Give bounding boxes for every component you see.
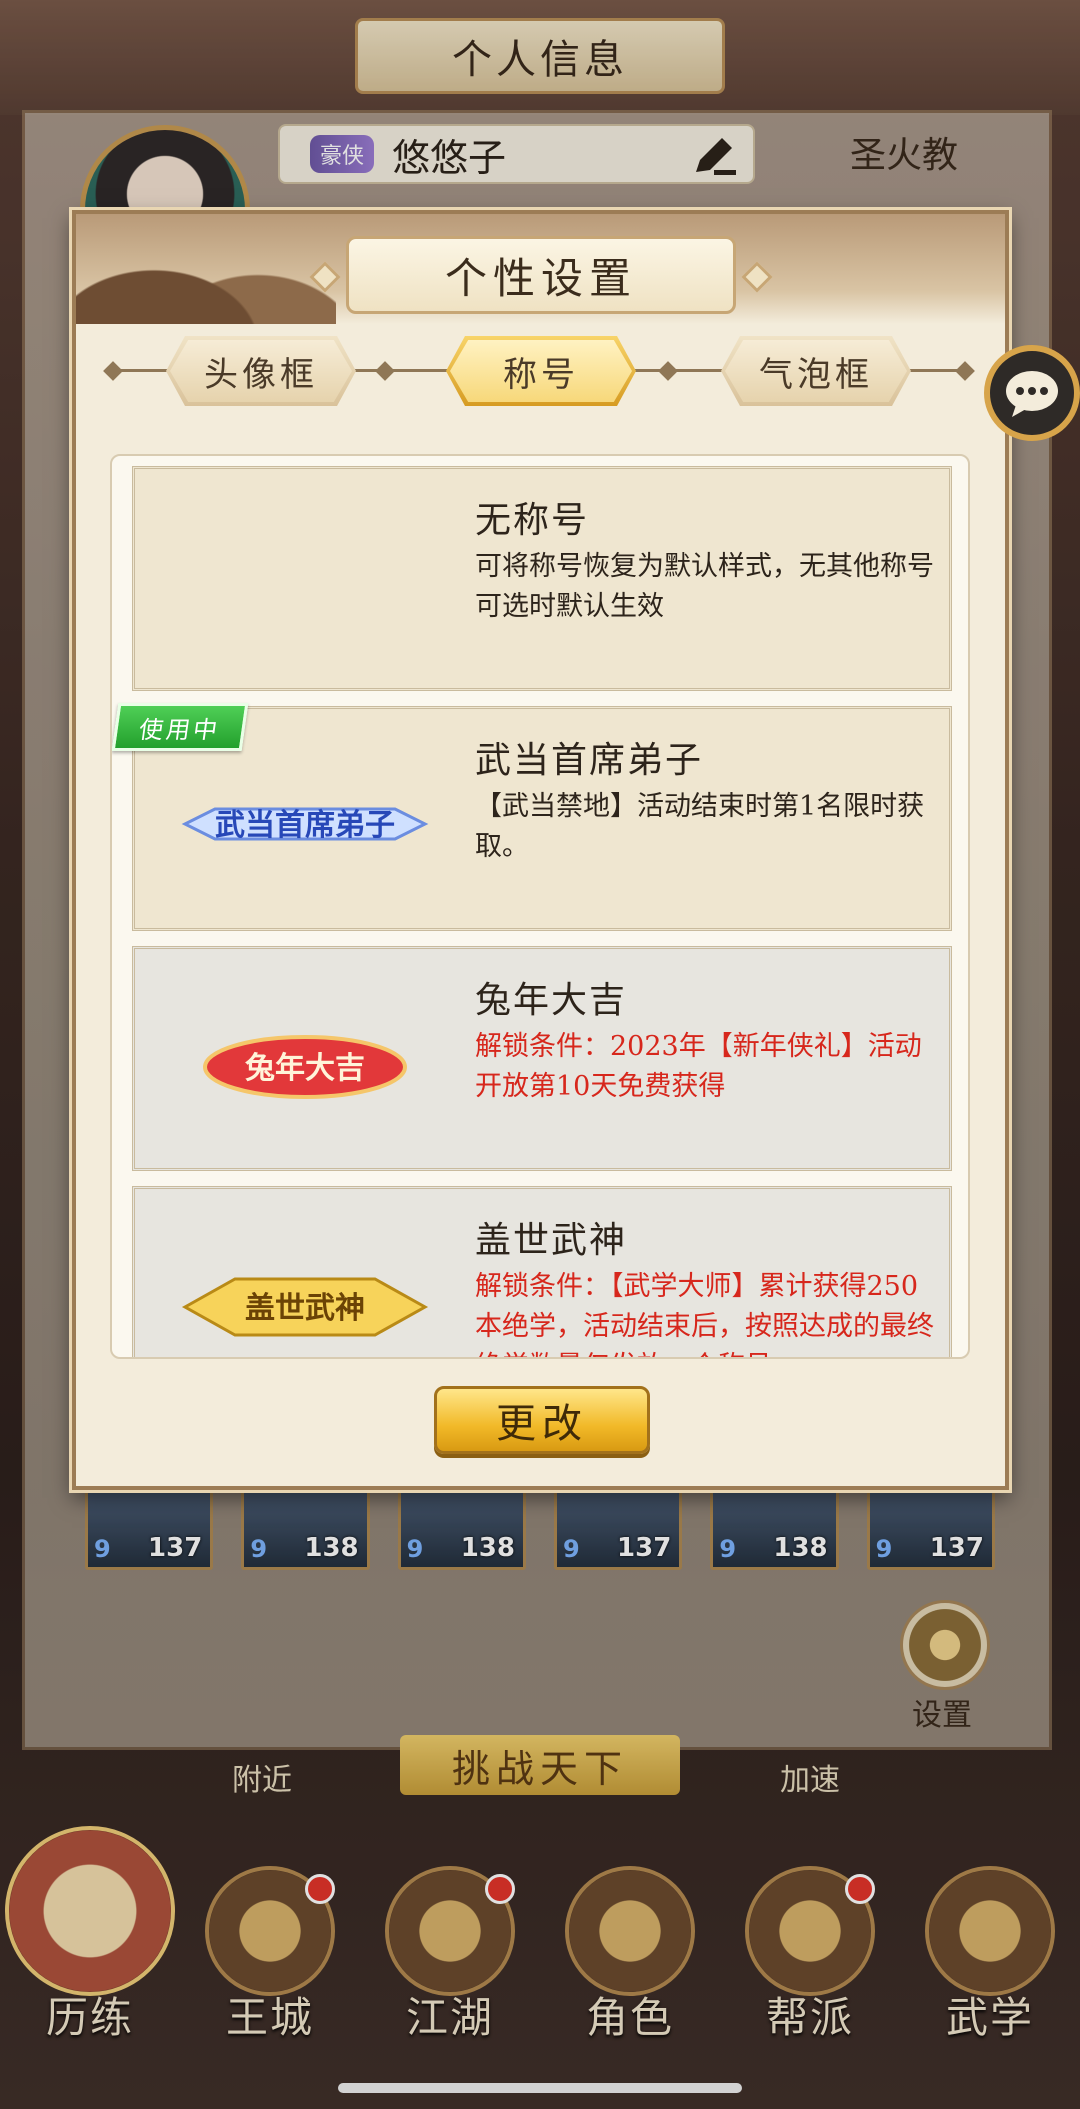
chat-bubble-button[interactable]: [984, 345, 1080, 441]
item-desc: 解锁条件：【武学大师】累计获得250本绝学，活动结束后，按照达成的最终绝学数量仅…: [475, 1271, 934, 1357]
title-art-wudang: 武当首席弟子: [175, 769, 435, 879]
tab-bar: 头像框 称号 气泡框: [103, 336, 975, 406]
item-name: 武当首席弟子: [475, 740, 704, 781]
item-name: 无称号: [475, 500, 590, 541]
tab-line-ornament: [375, 361, 395, 381]
title-ornament-left: [309, 261, 341, 293]
dialog-title: 个性设置: [346, 236, 736, 314]
chat-icon: [1006, 371, 1058, 417]
tab-line-ornament: [658, 361, 678, 381]
personalization-dialog: 个性设置 头像框 称号 气泡框 无称号 可将称号恢复为默认样式，无其他称号可选时…: [72, 210, 1009, 1490]
tab-bubble-frame[interactable]: 气泡框: [721, 336, 911, 406]
mountain-decoration: [76, 214, 336, 324]
title-art-empty: [175, 529, 435, 639]
svg-text:盖世武神: 盖世武神: [245, 1291, 365, 1326]
list-item[interactable]: 兔年大吉 兔年大吉 解锁条件：2023年【新年侠礼】活动开放第10天免费获得: [132, 946, 952, 1171]
tab-line-ornament: [955, 361, 975, 381]
tab-line-ornament: [103, 361, 123, 381]
list-item[interactable]: 盖世武神 盖世武神 解锁条件：【武学大师】累计获得250本绝学，活动结束后，按照…: [132, 1186, 952, 1357]
svg-text:兔年大吉: 兔年大吉: [245, 1051, 365, 1086]
item-name: 兔年大吉: [475, 980, 628, 1021]
tab-title[interactable]: 称号: [446, 336, 636, 406]
title-ornament-right: [741, 261, 773, 293]
item-desc: 【武当禁地】活动结束时第1名限时获取。: [475, 791, 925, 862]
list-item[interactable]: 使用中 武当首席弟子 武当首席弟子 【武当禁地】活动结束时第1名限时获取。: [112, 703, 952, 931]
title-art-rabbit: 兔年大吉: [175, 1009, 435, 1119]
item-name: 盖世武神: [475, 1220, 628, 1261]
list-item[interactable]: 无称号 可将称号恢复为默认样式，无其他称号可选时默认生效: [132, 466, 952, 691]
title-art-martial-god: 盖世武神: [175, 1249, 435, 1357]
svg-text:武当首席弟子: 武当首席弟子: [215, 808, 395, 843]
item-desc: 解锁条件：2023年【新年侠礼】活动开放第10天免费获得: [475, 1031, 922, 1102]
in-use-badge: 使用中: [112, 703, 249, 751]
title-list[interactable]: 无称号 可将称号恢复为默认样式，无其他称号可选时默认生效 使用中 武当首席弟子 …: [110, 454, 970, 1359]
tab-avatar-frame[interactable]: 头像框: [166, 336, 356, 406]
change-button[interactable]: 更改: [434, 1386, 650, 1454]
item-desc: 可将称号恢复为默认样式，无其他称号可选时默认生效: [475, 551, 934, 622]
